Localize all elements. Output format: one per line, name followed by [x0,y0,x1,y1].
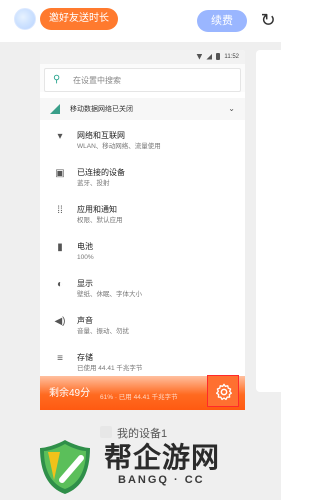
next-device-card[interactable] [256,50,286,392]
status-time: 11:52 [224,53,239,60]
settings-search-input[interactable]: ⚲ 在设置中搜索 [44,68,241,92]
search-icon: ⚲ [53,74,61,85]
notice-text: 移动数据网络已关闭 [70,106,133,113]
setting-subtitle: 已使用 44.41 千兆字节 [77,365,143,372]
setting-subtitle: 壁纸、休眠、字体大小 [77,291,142,298]
setting-subtitle: WLAN、移动网络、流量使用 [77,143,161,150]
user-avatar[interactable] [14,8,36,30]
invite-friends-button[interactable]: 邀好友送时长 [40,8,118,30]
refresh-icon[interactable]: ↻ [258,9,278,31]
gear-icon [216,383,232,401]
setting-title: 电池 [77,242,93,251]
devices-icon: ▣ [55,168,65,179]
storage-icon: ≡ [57,353,63,364]
storage-usage-text: 61% · 已用 44.41 千兆字节 [100,394,178,401]
setting-title: 应用和通知 [77,205,117,214]
top-bar: 邀好友送时长 续费 ↻ [0,0,281,42]
setting-title: 已连接的设备 [77,168,125,177]
watermark-subtitle: BANGQ · CC [118,474,205,486]
wifi-icon: ▾ [57,131,63,142]
setting-network[interactable]: ▾ 网络和互联网 WLAN、移动网络、流量使用 [40,124,245,161]
signal-icon [206,53,213,60]
display-icon: ◐ [56,279,64,290]
setting-title: 声音 [77,316,93,325]
signal-off-icon [50,104,60,114]
renew-button[interactable]: 续费 [197,10,247,32]
setting-apps[interactable]: ⁞⁞ 应用和通知 权限、默认应用 [40,198,245,235]
remaining-time-label: 剩余49分 [49,388,91,399]
device-settings-button[interactable] [207,375,239,407]
sound-icon: ◀) [54,316,66,327]
watermark-logo-icon [40,440,90,494]
battery-icon: ▮ [57,242,63,253]
status-bar: 11:52 [40,50,245,64]
setting-connected-devices[interactable]: ▣ 已连接的设备 蓝牙、投射 [40,161,245,198]
wifi-status-icon [196,53,203,60]
setting-subtitle: 音量、振动、勿扰 [77,328,129,335]
apps-icon: ⁞⁞ [57,205,63,216]
setting-display[interactable]: ◐ 显示 壁纸、休眠、字体大小 [40,272,245,309]
battery-status-icon [216,53,221,60]
chevron-down-icon[interactable]: ⌄ [228,104,235,113]
setting-battery[interactable]: ▮ 电池 100% [40,235,245,272]
settings-list: ▾ 网络和互联网 WLAN、移动网络、流量使用 ▣ 已连接的设备 蓝牙、投射 ⁞… [40,120,245,383]
device-screen-preview[interactable]: 11:52 ⚲ 在设置中搜索 移动数据网络已关闭 ⌄ ▾ 网络和互联网 WLAN… [40,50,245,410]
search-placeholder: 在设置中搜索 [73,75,121,85]
watermark-title: 帮企游网 [104,442,221,473]
setting-sound[interactable]: ◀) 声音 音量、振动、勿扰 [40,309,245,346]
setting-title: 显示 [77,279,93,288]
setting-title: 网络和互联网 [77,131,125,140]
setting-subtitle: 权限、默认应用 [77,217,123,224]
setting-subtitle: 100% [77,254,94,261]
setting-title: 存储 [77,353,93,362]
mobile-data-notice[interactable]: 移动数据网络已关闭 ⌄ [40,98,245,120]
setting-subtitle: 蓝牙、投射 [77,180,110,187]
